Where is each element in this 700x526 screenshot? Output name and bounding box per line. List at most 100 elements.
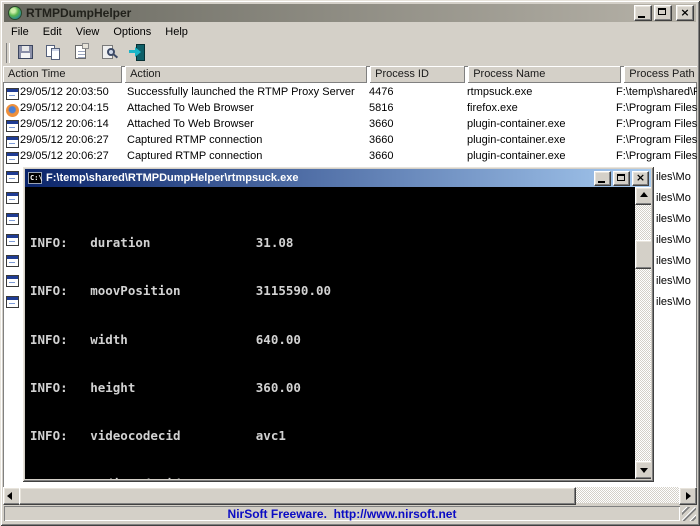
cell-action-time: 29/05/12 20:06:27 [20,134,109,146]
console-line: INFO: duration 31.08 [30,235,294,251]
cell-action: Successfully launched the RTMP Proxy Ser… [127,86,355,98]
minimize-button[interactable] [634,5,652,21]
console-close-button[interactable]: × [632,170,649,186]
cell-process-id: 3660 [369,134,394,146]
window-icon [6,171,19,183]
maximize-button[interactable] [654,5,672,21]
window-icon [6,296,19,308]
cell-action: Attached To Web Browser [127,102,254,114]
console-titlebar[interactable]: F:\temp\shared\RTMPDumpHelper\rtmpsuck.e… [25,169,651,187]
menu-item[interactable]: File [4,24,36,40]
close-button[interactable]: × [676,5,694,21]
cell-action: Attached To Web Browser [127,118,254,130]
console-scroll-down-button[interactable] [635,461,651,479]
window-icon [6,255,19,267]
menu-item[interactable]: View [69,24,107,40]
menu-item[interactable]: Help [158,24,195,40]
table-row[interactable]: 29/05/12 20:03:50 Successfully launched … [3,84,697,100]
console-lines: INFO: duration 31.08 INFO: moovPosition … [30,189,632,479]
cell-action-time: 29/05/12 20:06:27 [20,150,109,162]
window-icon [6,213,19,225]
console-vertical-scrollbar[interactable] [635,187,651,479]
console-line: INFO: height 360.00 [30,379,301,395]
column-header[interactable]: Process Path [624,66,697,83]
app-icon [8,6,22,20]
table-row[interactable]: 29/05/12 20:06:14 Attached To Web Browse… [3,116,697,132]
console-maximize-button[interactable] [613,170,630,186]
window-icon [6,192,19,204]
column-header[interactable]: Process Name [468,66,622,83]
console-scroll-up-button[interactable] [635,187,651,205]
cell-process-path: F:\Program Files\Mo [616,102,697,114]
cell-action-time: 29/05/12 20:03:50 [20,86,109,98]
column-header[interactable]: Action Time [3,66,122,83]
list-rows: 29/05/12 20:03:50 Successfully launched … [3,84,697,164]
list-header: Action Time Action Process ID Process Na… [3,66,697,83]
window-icon [6,234,19,246]
cell-process-id: 5816 [369,102,394,114]
cell-process-path-fragment: iles\Mo [656,192,691,204]
main-titlebar[interactable]: RTMPDumpHelper × [4,4,696,22]
cell-process-id: 4476 [369,86,394,98]
cell-process-path: F:\temp\shared\RTM [616,86,697,98]
cell-process-path-fragment: iles\Mo [656,171,691,183]
window-icon [6,120,19,132]
column-header[interactable]: Action [125,66,368,83]
window-icon [6,152,19,164]
properties-icon[interactable] [70,42,95,64]
cell-process-id: 3660 [369,118,394,130]
find-icon[interactable] [98,42,123,64]
console-window: F:\temp\shared\RTMPDumpHelper\rtmpsuck.e… [22,166,654,482]
table-row[interactable]: 29/05/12 20:06:27 Captured RTMP connecti… [3,148,697,164]
cell-process-path-fragment: iles\Mo [656,296,691,308]
cell-process-path: F:\Program Files\Mo [616,118,697,130]
cell-process-name: rtmpsuck.exe [467,86,533,98]
column-header[interactable]: Process ID [370,66,466,83]
window-icon [6,88,19,100]
cell-process-id: 3660 [369,150,394,162]
cell-action-time: 29/05/12 20:04:15 [20,102,109,114]
status-panel: NirSoft Freeware. http://www.nirsoft.net [4,506,680,521]
cell-process-path-fragment: iles\Mo [656,213,691,225]
copy-icon[interactable] [42,42,67,64]
window-icon [6,136,19,148]
console-output: INFO: duration 31.08 INFO: moovPosition … [25,187,651,479]
console-minimize-button[interactable] [594,170,611,186]
console-line: INFO: videocodecid avc1 [30,427,286,443]
cell-process-path-fragment: iles\Mo [656,275,691,287]
horizontal-scroll-thumb[interactable] [19,487,576,505]
statusbar: NirSoft Freeware. http://www.nirsoft.net [3,505,697,522]
cmd-icon [28,172,43,184]
console-line: INFO: width 640.00 [30,331,301,347]
table-row[interactable]: 29/05/12 20:04:15 Attached To Web Browse… [3,100,697,117]
console-title: F:\temp\shared\RTMPDumpHelper\rtmpsuck.e… [46,172,299,184]
cell-process-name: plugin-container.exe [467,150,566,162]
window-title: RTMPDumpHelper [26,6,132,20]
scroll-right-button[interactable] [679,487,697,505]
cell-process-path-fragment: iles\Mo [656,234,691,246]
horizontal-scrollbar[interactable] [3,487,697,505]
menubar: File Edit View Options Help [4,23,696,40]
resize-grip[interactable] [682,507,696,521]
cell-action-time: 29/05/12 20:06:14 [20,118,109,130]
cell-action: Captured RTMP connection [127,134,263,146]
toolbar [4,41,696,65]
cell-process-path-fragment: iles\Mo [656,255,691,267]
toolbar-separator [6,43,10,63]
console-scroll-thumb[interactable] [635,240,651,269]
cell-process-path: F:\Program Files\Mo [616,134,697,146]
menu-item[interactable]: Edit [36,24,69,40]
cell-action: Captured RTMP connection [127,150,263,162]
save-icon[interactable] [14,42,39,64]
status-text: NirSoft Freeware. http://www.nirsoft.net [227,506,457,521]
console-line: INFO: audiocodecid mp4a [30,477,632,479]
cell-process-name: firefox.exe [467,102,518,114]
table-row[interactable]: 29/05/12 20:06:27 Captured RTMP connecti… [3,132,697,148]
cell-process-name: plugin-container.exe [467,118,566,130]
exit-icon[interactable] [126,42,151,64]
window-icon [6,275,19,287]
menu-item[interactable]: Options [106,24,158,40]
cell-process-path: F:\Program Files\Mo [616,150,697,162]
console-line: INFO: moovPosition 3115590.00 [30,283,332,299]
screen: RTMPDumpHelper × File Edit View Options … [0,0,700,526]
